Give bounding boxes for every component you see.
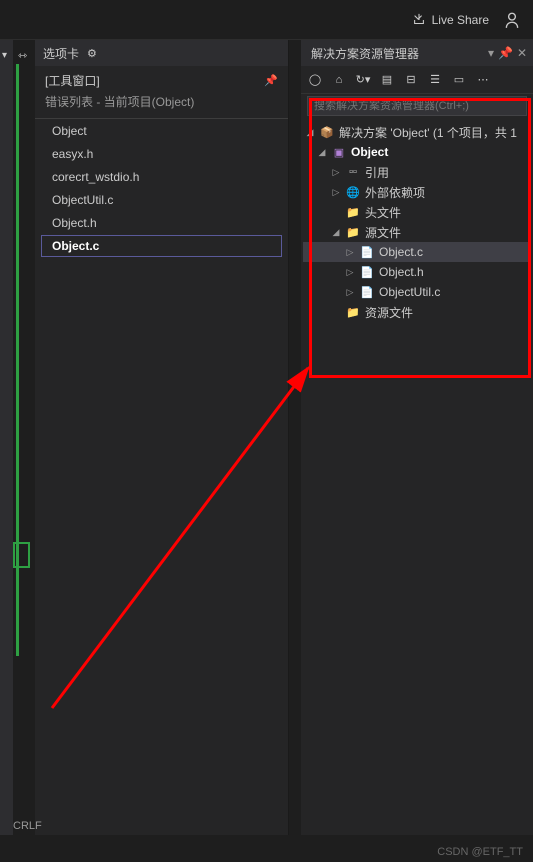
node-icon: 📄	[359, 286, 375, 299]
live-share-button[interactable]: Live Share	[412, 13, 489, 27]
node-label: 头文件	[365, 204, 401, 221]
dropdown-icon[interactable]: ▾	[2, 50, 7, 61]
search-row	[301, 94, 533, 118]
panel-spacer	[289, 40, 301, 835]
back-icon[interactable]: ◯	[307, 72, 323, 88]
share-icon	[412, 13, 426, 27]
node-label: 引用	[365, 164, 389, 181]
node-label: 解决方案 'Object' (1 个项目，共 1	[339, 124, 517, 141]
document-item[interactable]: Object.h	[41, 212, 282, 234]
selection-indicator	[13, 542, 30, 568]
tree-node[interactable]: 📁 头文件	[303, 202, 531, 222]
left-gutter: ▾	[0, 40, 13, 835]
document-item[interactable]: Object.c	[41, 235, 282, 257]
tree-node[interactable]: ◢ ▣ Object	[303, 142, 531, 162]
watermark: CSDN @ETF_TT	[437, 846, 523, 858]
expand-icon[interactable]: ▷	[345, 247, 355, 258]
expand-icon[interactable]: ▷	[331, 167, 341, 178]
solution-header: 解决方案资源管理器 ▾ 📌 ✕	[301, 40, 533, 66]
expand-icon[interactable]: ▷	[345, 287, 355, 298]
expand-icon[interactable]: ▷	[345, 267, 355, 278]
more-icon[interactable]: ⋯	[475, 72, 491, 88]
tree-node[interactable]: ◢ 📦 解决方案 'Object' (1 个项目，共 1	[303, 122, 531, 142]
tool-window-label: [工具窗口]	[45, 72, 100, 89]
tree-node[interactable]: ▷ 📄 Object.c	[303, 242, 531, 262]
node-label: 源文件	[365, 224, 401, 241]
node-label: ObjectUtil.c	[379, 285, 440, 299]
properties-icon[interactable]: ☰	[427, 72, 443, 88]
document-item[interactable]: ObjectUtil.c	[41, 189, 282, 211]
solution-tree: ◢📦解决方案 'Object' (1 个项目，共 1◢▣Object▷▫▫引用▷…	[301, 118, 533, 835]
document-item[interactable]: easyx.h	[41, 143, 282, 165]
node-icon: ▣	[331, 146, 347, 159]
gear-icon[interactable]: ⚙	[87, 47, 97, 60]
document-list: Objecteasyx.hcorecrt_wstdio.hObjectUtil.…	[35, 120, 288, 257]
tree-node[interactable]: ▷ 📄 ObjectUtil.c	[303, 282, 531, 302]
node-label: 外部依赖项	[365, 184, 425, 201]
node-label: Object.c	[379, 245, 423, 259]
node-icon: 📁	[345, 226, 361, 239]
solution-title: 解决方案资源管理器	[311, 45, 419, 62]
node-icon: 🌐	[345, 186, 361, 199]
error-list-label: 错误列表 - 当前项目(Object)	[45, 95, 194, 109]
node-icon: 📁	[345, 206, 361, 219]
top-bar: Live Share	[0, 0, 533, 40]
tabs-panel: 选项卡 ⚙ [工具窗口] 📌 错误列表 - 当前项目(Object) Objec…	[35, 40, 289, 835]
node-label: 资源文件	[365, 304, 413, 321]
solution-explorer-panel: 解决方案资源管理器 ▾ 📌 ✕ ◯ ⌂ ↻▾ ▤ ⊟ ☰ ▭ ⋯ ◢ 📦 解决方案 …	[301, 40, 533, 835]
sync-icon[interactable]: ↻▾	[355, 72, 371, 88]
tool-window-row[interactable]: [工具窗口] 📌	[35, 66, 288, 91]
node-icon: 📄	[359, 246, 375, 259]
tree-node[interactable]: ▷ 📄 Object.h	[303, 262, 531, 282]
tree-node[interactable]: ◢ 📁 源文件	[303, 222, 531, 242]
node-icon: 📄	[359, 266, 375, 279]
live-share-label: Live Share	[432, 13, 489, 27]
dropdown-icon[interactable]: ▾	[488, 46, 494, 60]
collapse-icon[interactable]: ⊟	[403, 72, 419, 88]
pin-icon[interactable]: ⇿	[18, 49, 27, 62]
preview-icon[interactable]: ▭	[451, 72, 467, 88]
pin-icon[interactable]: 📌	[498, 46, 513, 60]
node-icon: ▫▫	[345, 166, 361, 178]
tabs-title: 选项卡	[43, 45, 79, 62]
tree-node[interactable]: ▷ ▫▫ 引用	[303, 162, 531, 182]
node-icon: 📁	[345, 306, 361, 319]
expand-icon[interactable]: ◢	[305, 127, 315, 138]
pin-icon[interactable]: 📌	[264, 74, 278, 87]
error-list-row[interactable]: 错误列表 - 当前项目(Object)	[35, 91, 288, 119]
search-input[interactable]	[307, 96, 527, 116]
document-item[interactable]: corecrt_wstdio.h	[41, 166, 282, 188]
line-ending-label: CRLF	[13, 820, 42, 832]
expand-icon[interactable]: ◢	[317, 147, 327, 158]
home-icon[interactable]: ⌂	[331, 72, 347, 88]
document-item[interactable]: Object	[41, 120, 282, 142]
expand-icon[interactable]: ▷	[331, 187, 341, 198]
node-label: Object.h	[379, 265, 424, 279]
panel-controls: ▾ 📌 ✕	[488, 46, 527, 60]
show-all-icon[interactable]: ▤	[379, 72, 395, 88]
main-area: ▾ ⇿ CRLF 选项卡 ⚙ [工具窗口] 📌 错误列表 - 当前项目(Obje…	[0, 40, 533, 835]
editor-gutter: ⇿ CRLF	[13, 40, 35, 835]
tree-node[interactable]: ▷ 🌐 外部依赖项	[303, 182, 531, 202]
tabs-header: 选项卡 ⚙	[35, 40, 288, 66]
expand-icon[interactable]: ◢	[331, 227, 341, 238]
node-label: Object	[351, 145, 388, 159]
close-icon[interactable]: ✕	[517, 46, 527, 60]
tree-node[interactable]: 📁 资源文件	[303, 302, 531, 322]
node-icon: 📦	[319, 126, 335, 139]
person-icon[interactable]	[503, 11, 521, 29]
solution-toolbar: ◯ ⌂ ↻▾ ▤ ⊟ ☰ ▭ ⋯	[301, 66, 533, 94]
